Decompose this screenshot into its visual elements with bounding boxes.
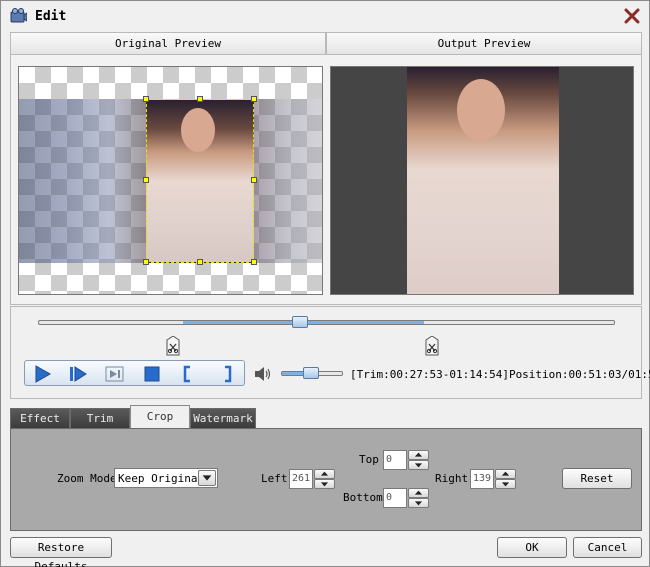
right-decrement-icon[interactable] [495,479,516,489]
volume-thumb[interactable] [303,367,319,379]
next-frame-icon[interactable] [104,364,126,384]
left-increment-icon[interactable] [314,469,335,479]
output-preview-header: Output Preview [326,32,642,55]
title-bar: Edit [1,1,649,31]
left-label: Left [261,472,288,485]
set-trim-end-icon[interactable] [216,364,238,384]
left-input[interactable]: 261 [289,469,313,489]
timeline-thumb[interactable] [292,316,308,328]
zoom-mode-label: Zoom Mode [57,472,117,485]
timeline-slider[interactable] [38,320,615,325]
play-from-start-icon[interactable] [67,364,89,384]
crop-handle-left[interactable] [143,177,149,183]
reset-button[interactable]: Reset [562,468,632,489]
stop-icon[interactable] [141,364,163,384]
chevron-down-icon[interactable] [198,470,216,486]
bottom-label: Bottom [343,491,383,504]
cancel-button[interactable]: Cancel [573,537,642,558]
video-subject [181,108,215,152]
window-title: Edit [35,9,67,24]
bottom-increment-icon[interactable] [408,488,429,498]
tab-effect[interactable]: Effect [10,408,70,428]
zoom-mode-value: Keep Original [118,472,205,485]
output-preview [330,66,634,295]
close-icon[interactable] [623,7,641,25]
bottom-decrement-icon[interactable] [408,498,429,508]
tab-watermark[interactable]: Watermark [190,408,256,428]
crop-handle-top-right[interactable] [251,96,257,102]
right-spinner: 139 [470,469,518,489]
trim-position-readout: [Trim:00:27:53-01:14:54]Position:00:51:0… [350,368,650,381]
top-label: Top [359,453,379,466]
crop-handle-top-left[interactable] [143,96,149,102]
volume-icon[interactable] [254,366,272,382]
crop-handle-top[interactable] [197,96,203,102]
top-decrement-icon[interactable] [408,460,429,470]
crop-selection-box[interactable] [146,99,254,263]
crop-handle-bottom-right[interactable] [251,259,257,265]
right-increment-icon[interactable] [495,469,516,479]
video-subject [457,79,505,141]
restore-defaults-button[interactable]: Restore Defaults [10,537,112,567]
crop-handle-bottom-left[interactable] [143,259,149,265]
original-preview-header: Original Preview [10,32,326,55]
play-icon[interactable] [31,364,53,384]
bottom-input[interactable]: 0 [383,488,407,508]
zoom-mode-select[interactable]: Keep Original [114,468,218,488]
top-increment-icon[interactable] [408,450,429,460]
left-spinner: 261 [289,469,337,489]
crop-handle-right[interactable] [251,177,257,183]
crop-handle-bottom[interactable] [197,259,203,265]
right-input[interactable]: 139 [470,469,494,489]
left-decrement-icon[interactable] [314,479,335,489]
original-preview [18,66,323,295]
top-input[interactable]: 0 [383,450,407,470]
tab-trim[interactable]: Trim [70,408,130,428]
trim-start-marker-icon[interactable] [166,336,180,356]
ok-button[interactable]: OK [497,537,567,558]
edit-dialog: Edit Original Preview Output Preview [Tr… [0,0,650,567]
bottom-spinner: 0 [383,488,431,508]
player-toolbar [24,360,245,386]
film-edit-icon [10,8,27,23]
right-label: Right [435,472,469,485]
set-trim-start-icon[interactable] [177,364,199,384]
output-video-frame [407,67,559,294]
trim-end-marker-icon[interactable] [425,336,439,356]
top-spinner: 0 [383,450,431,470]
tab-crop[interactable]: Crop [130,405,190,428]
